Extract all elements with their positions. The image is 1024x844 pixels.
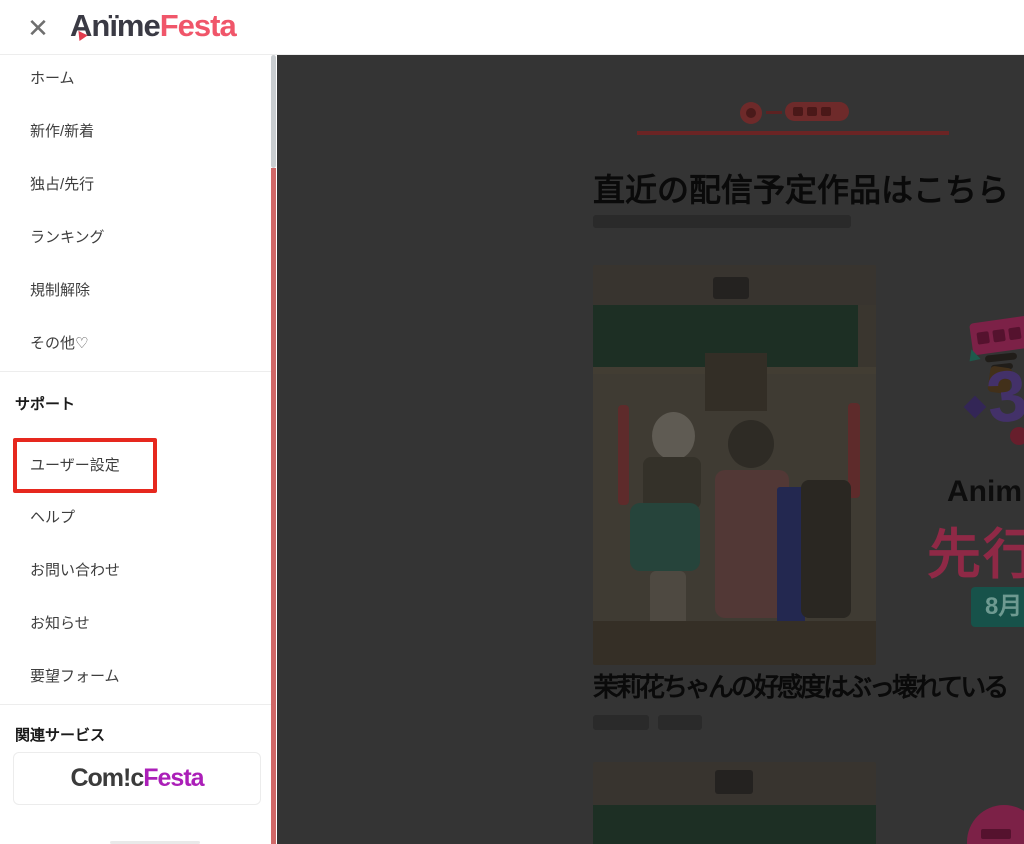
sidebar-item-unrestrict[interactable]: 規制解除: [30, 280, 90, 302]
ribbon-glyph: [992, 328, 1006, 343]
ribbon-glyph: [976, 331, 990, 345]
promo-red-dot: [1010, 427, 1024, 445]
promo-pink-circle: [967, 805, 1024, 844]
sidebar-item-exclusive[interactable]: 独占/先行: [30, 174, 94, 196]
teacher-podium: [705, 353, 767, 411]
section-badge-icon: [740, 102, 762, 124]
pill-glyph: [821, 107, 831, 116]
section-underline: [637, 131, 949, 135]
sidebar-item-help[interactable]: ヘルプ: [30, 507, 75, 529]
pill-glyph: [807, 107, 817, 116]
badge-connector-line: [766, 111, 782, 114]
character-center-head: [728, 420, 774, 468]
pill-glyph: [793, 107, 803, 116]
sidebar-item-new[interactable]: 新作/新着: [30, 121, 94, 143]
work-meta-date: [593, 715, 649, 730]
promo-purple-diamond: [963, 395, 987, 419]
ribbon-glyph: [981, 829, 1011, 839]
animefesta-logo[interactable]: AnïmeFesta: [70, 8, 237, 44]
comicfesta-link-card[interactable]: Com!c Festa: [13, 752, 261, 805]
ribbon-glyph: [1008, 326, 1022, 341]
floor-shadow: [593, 621, 876, 665]
support-section-header: サポート: [15, 396, 76, 413]
close-icon[interactable]: ✕: [20, 10, 56, 46]
character-body-dark: [643, 457, 701, 509]
wall-right: [858, 305, 876, 367]
comicfesta-logo-right: Festa: [143, 764, 204, 792]
sidebar-divider: [0, 371, 271, 372]
comicfesta-logo-left: Com!c: [70, 764, 144, 792]
sidebar-item-other[interactable]: その他♡: [30, 333, 88, 355]
section-badge-icon-center: [746, 108, 756, 118]
drawer-menu: ホーム 新作/新着 独占/先行 ランキング 規制解除 その他♡ サポート ユーザ…: [0, 55, 277, 844]
work-meta-tag: [658, 715, 702, 730]
sidebar-scrollbar-track: [271, 168, 276, 844]
chalkboard: [593, 805, 876, 844]
sidebar-scrollbar-thumb[interactable]: [271, 55, 276, 168]
app-root: ✕ AnïmeFesta ホーム 新作/新着 独占/先行 ランキング 規制解除 …: [0, 0, 1024, 844]
sidebar-item-home[interactable]: ホーム: [30, 68, 75, 90]
section-title: 直近の配信予定作品はこちら: [593, 172, 1010, 208]
promo-ribbon: [969, 314, 1024, 356]
teal-skirt: [630, 503, 700, 571]
character-right: [801, 480, 851, 618]
promo-number-badge: 3: [982, 355, 1024, 439]
work-title: 茉莉花ちゃんの好感度はぶっ壊れている: [593, 672, 1009, 702]
sidebar-item-ranking[interactable]: ランキング: [30, 227, 105, 249]
sidebar-item-contact[interactable]: お問い合わせ: [30, 560, 120, 582]
sidebar-item-news[interactable]: お知らせ: [30, 613, 90, 635]
sidebar-item-request-form[interactable]: 要望フォーム: [30, 666, 120, 688]
work-thumbnail-2: [593, 762, 876, 844]
rating-chip: [713, 277, 749, 299]
section-badge-pill: [785, 102, 849, 121]
related-section-header: 関連サービス: [15, 727, 106, 744]
character-white-hair: [652, 412, 695, 460]
promo-senkou-text: 先行: [927, 525, 1024, 585]
sidebar-item-user-settings[interactable]: ユーザー設定: [30, 455, 120, 477]
logo-text-festa: Festa: [159, 8, 237, 43]
red-pole-left: [618, 405, 629, 505]
section-subtitle-text: [593, 215, 851, 228]
sidebar-divider: [0, 704, 271, 705]
rating-chip: [715, 770, 753, 794]
work-thumbnail: [593, 265, 876, 665]
promo-date-badge: 8月: [971, 587, 1024, 627]
promo-brand-text: Anim: [947, 475, 1022, 508]
dimmed-page-overlay[interactable]: 直近の配信予定作品はこちら 茉莉花ちゃんの好感度はぶっ壊れている 3 Anim …: [277, 55, 1024, 844]
app-header: ✕ AnïmeFesta: [0, 0, 1024, 55]
